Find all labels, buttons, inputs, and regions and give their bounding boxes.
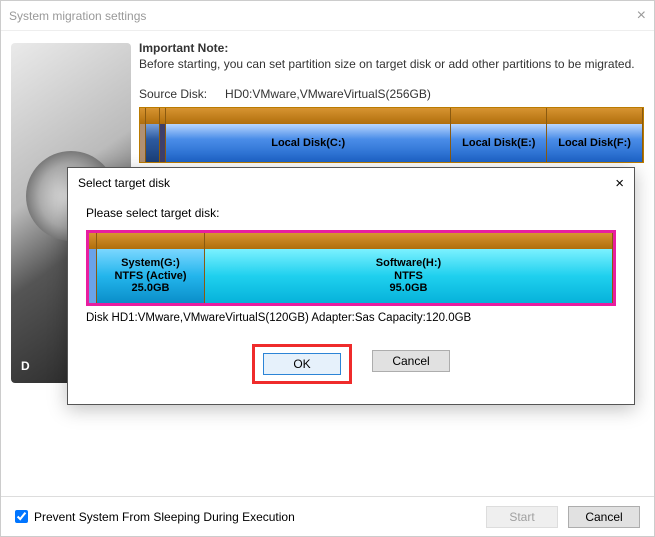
target-h-size: 95.0GB <box>390 282 428 295</box>
source-seg-e[interactable]: Local Disk(E:) <box>451 108 547 162</box>
close-icon[interactable]: × <box>637 7 646 25</box>
target-disk-info: Disk HD1:VMware,VMwareVirtualS(120GB) Ad… <box>86 312 616 324</box>
source-seg-f[interactable]: Local Disk(F:) <box>547 108 643 162</box>
dialog-body: Please select target disk: System(G:) NT… <box>68 198 634 392</box>
prevent-sleep-label: Prevent System From Sleeping During Exec… <box>34 510 295 524</box>
footer: Prevent System From Sleeping During Exec… <box>1 496 654 536</box>
source-label: Source Disk: <box>139 87 207 101</box>
dialog-close-icon[interactable]: × <box>615 175 624 192</box>
start-button: Start <box>486 506 558 528</box>
dialog-title: Select target disk <box>78 176 170 190</box>
source-seg-reserved-2 <box>146 108 160 162</box>
note-title: Important Note: <box>139 41 644 55</box>
titlebar: System migration settings × <box>1 1 654 31</box>
footer-buttons: Start Cancel <box>486 506 640 528</box>
dialog-titlebar: Select target disk × <box>68 168 634 198</box>
hdd-label: D <box>21 359 30 373</box>
source-seg-c-label: Local Disk(C:) <box>166 124 450 162</box>
target-g-fs: NTFS (Active) <box>114 270 186 283</box>
source-disk-bar[interactable]: Local Disk(C:) Local Disk(E:) Local Disk… <box>139 107 644 163</box>
target-seg-reserved <box>89 233 97 303</box>
source-seg-e-label: Local Disk(E:) <box>451 124 546 162</box>
select-target-dialog: Select target disk × Please select targe… <box>67 167 635 405</box>
target-h-fs: NTFS <box>394 270 423 283</box>
source-row: Source Disk: HD0:VMware,VMwareVirtualS(2… <box>139 87 644 101</box>
target-h-name: Software(H:) <box>376 257 441 270</box>
dialog-buttons: OK Cancel <box>86 344 616 384</box>
target-g-size: 25.0GB <box>132 282 170 295</box>
target-disk-bar[interactable]: System(G:) NTFS (Active) 25.0GB Software… <box>89 233 613 303</box>
target-disk-highlight: System(G:) NTFS (Active) 25.0GB Software… <box>86 230 616 306</box>
ok-highlight: OK <box>252 344 352 384</box>
main-window: System migration settings × D Important … <box>0 0 655 537</box>
ok-button[interactable]: OK <box>263 353 341 375</box>
target-seg-g[interactable]: System(G:) NTFS (Active) 25.0GB <box>97 233 205 303</box>
source-seg-c[interactable]: Local Disk(C:) <box>166 108 451 162</box>
prevent-sleep-input[interactable] <box>15 510 28 523</box>
window-title: System migration settings <box>9 9 146 23</box>
note-text: Before starting, you can set partition s… <box>139 57 644 73</box>
source-value: HD0:VMware,VMwareVirtualS(256GB) <box>225 87 431 101</box>
prevent-sleep-checkbox[interactable]: Prevent System From Sleeping During Exec… <box>15 510 295 524</box>
dialog-cancel-button[interactable]: Cancel <box>372 350 450 372</box>
cancel-button[interactable]: Cancel <box>568 506 640 528</box>
dialog-prompt: Please select target disk: <box>86 206 616 220</box>
target-g-name: System(G:) <box>121 257 180 270</box>
target-seg-h[interactable]: Software(H:) NTFS 95.0GB <box>205 233 613 303</box>
source-seg-f-label: Local Disk(F:) <box>547 124 642 162</box>
